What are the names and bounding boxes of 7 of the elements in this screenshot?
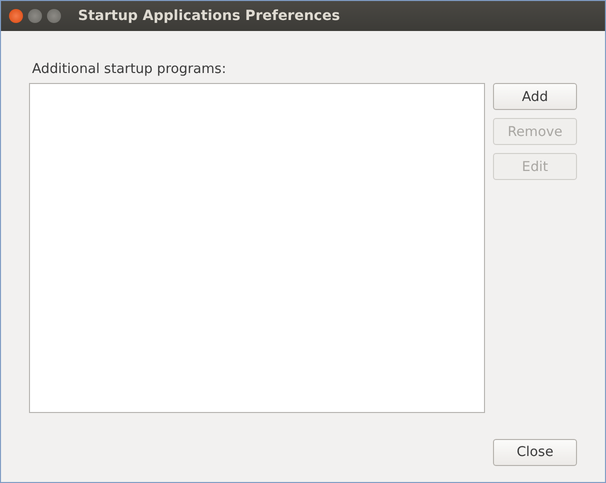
minimize-icon[interactable]	[28, 9, 42, 23]
maximize-icon[interactable]	[47, 9, 61, 23]
window-title: Startup Applications Preferences	[78, 6, 340, 26]
list-label: Additional startup programs:	[32, 60, 228, 79]
dialog-button[interactable]: Add	[493, 83, 577, 110]
close-icon[interactable]	[9, 9, 23, 23]
dialog-button[interactable]: Close	[493, 439, 577, 466]
